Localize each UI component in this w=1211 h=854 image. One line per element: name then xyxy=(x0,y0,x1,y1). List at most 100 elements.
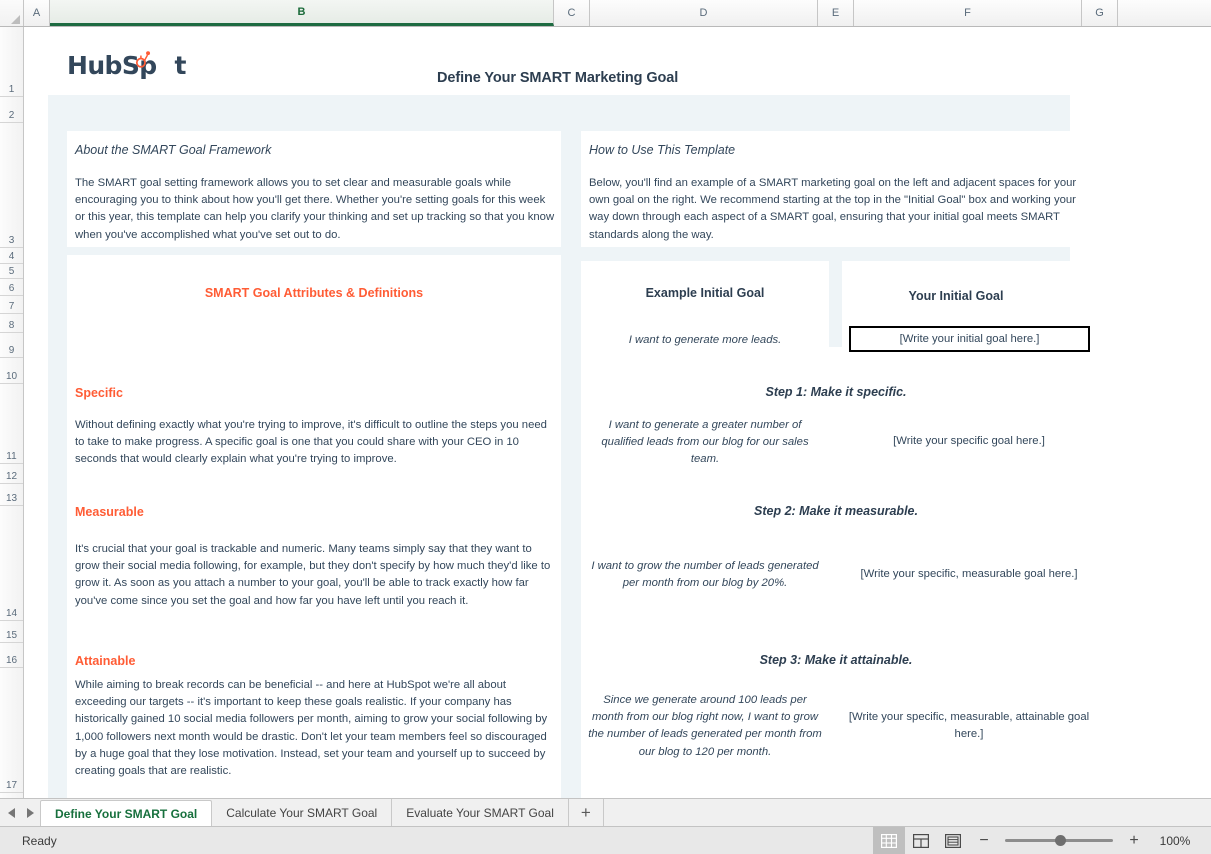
sheet-tab-label: Evaluate Your SMART Goal xyxy=(406,806,554,820)
zoom-level-label[interactable]: 100% xyxy=(1149,834,1211,848)
column-header-e-label: E xyxy=(832,7,839,19)
row-header-12[interactable]: 12 xyxy=(0,464,23,484)
step-3-placeholder[interactable]: [Write your specific, measurable, attain… xyxy=(848,709,1090,743)
page-layout-view-icon xyxy=(913,834,929,848)
sheet-tab-bar: Define Your SMART Goal Calculate Your SM… xyxy=(0,798,1211,826)
how-to-body: Below, you'll find an example of a SMART… xyxy=(589,175,1079,244)
row-header-1[interactable]: 1 xyxy=(0,27,23,97)
step-2-example: I want to grow the number of leads gener… xyxy=(587,558,823,592)
hubspot-logo: HubSpt xyxy=(67,51,186,80)
row-header-10-label: 10 xyxy=(6,371,17,382)
normal-view-icon xyxy=(881,834,897,848)
attribute-attainable-definition: While aiming to break records can be ben… xyxy=(75,677,559,780)
attribute-relevant-title: Relevant xyxy=(75,797,127,798)
sheet-tab-define-your-smart-goal[interactable]: Define Your SMART Goal xyxy=(40,800,212,827)
your-column-title: Your Initial Goal xyxy=(842,289,1070,303)
attributes-title: SMART Goal Attributes & Definitions xyxy=(67,286,561,300)
column-header-c[interactable]: C xyxy=(554,0,590,26)
attribute-measurable-definition: It's crucial that your goal is trackable… xyxy=(75,541,559,610)
previous-sheet-arrow-icon[interactable] xyxy=(8,808,15,818)
column-header-d[interactable]: D xyxy=(590,0,818,26)
step-2-title: Step 2: Make it measurable. xyxy=(581,504,1091,518)
example-initial-goal: I want to generate more leads. xyxy=(581,332,829,349)
step-1-example: I want to generate a greater number of q… xyxy=(587,417,823,469)
row-header-12-label: 12 xyxy=(6,471,17,482)
row-header-3-label: 3 xyxy=(9,235,15,246)
hubspot-sprocket-icon xyxy=(133,50,152,69)
attribute-measurable-title: Measurable xyxy=(75,505,144,519)
row-header-6[interactable]: 6 xyxy=(0,279,23,296)
row-header-11[interactable]: 11 xyxy=(0,384,23,464)
grid-area: 1 2 3 4 5 6 7 8 9 10 11 12 13 14 15 16 1… xyxy=(0,27,1211,798)
column-header-overflow xyxy=(1118,0,1211,26)
column-header-bar: A B C D E F G xyxy=(0,0,1211,27)
row-header-17-label: 17 xyxy=(6,780,17,791)
select-all-corner[interactable] xyxy=(0,0,24,26)
row-header-4-label: 4 xyxy=(9,251,15,262)
row-header-8[interactable]: 8 xyxy=(0,314,23,333)
attribute-attainable-title: Attainable xyxy=(75,654,135,668)
row-header-8-label: 8 xyxy=(9,320,15,331)
column-header-f[interactable]: F xyxy=(854,0,1082,26)
row-header-3[interactable]: 3 xyxy=(0,123,23,248)
row-header-10[interactable]: 10 xyxy=(0,358,23,384)
normal-view-button[interactable] xyxy=(873,827,905,854)
row-header-2[interactable]: 2 xyxy=(0,97,23,123)
step-4-title: Step 4: Make it relevant. xyxy=(581,797,1091,798)
row-header-4[interactable]: 4 xyxy=(0,248,23,264)
sheet-tab-navigation xyxy=(6,800,40,826)
zoom-in-button[interactable]: + xyxy=(1119,832,1149,850)
sheet-tab-label: Calculate Your SMART Goal xyxy=(226,806,377,820)
column-header-a-label: A xyxy=(33,7,40,19)
row-header-6-label: 6 xyxy=(9,283,15,294)
row-header-15[interactable]: 15 xyxy=(0,621,23,643)
row-header-16[interactable]: 16 xyxy=(0,643,23,668)
row-header-11-label: 11 xyxy=(6,451,16,462)
document-title: Define Your SMART Marketing Goal xyxy=(437,70,678,86)
row-header-2-label: 2 xyxy=(9,110,15,121)
step-1-placeholder[interactable]: [Write your specific goal here.] xyxy=(848,433,1090,450)
row-header-9-label: 9 xyxy=(9,345,15,356)
row-header-18[interactable]: 18 xyxy=(0,793,23,798)
row-header-15-label: 15 xyxy=(6,630,17,641)
column-header-b-label: B xyxy=(298,6,306,18)
column-header-g-label: G xyxy=(1095,7,1104,19)
column-header-a[interactable]: A xyxy=(24,0,50,26)
column-header-b[interactable]: B xyxy=(50,0,554,26)
column-header-d-label: D xyxy=(700,7,708,19)
step-1-title: Step 1: Make it specific. xyxy=(581,385,1091,399)
attribute-specific-title: Specific xyxy=(75,386,123,400)
sheet-tab-evaluate-your-smart-goal[interactable]: Evaluate Your SMART Goal xyxy=(392,799,569,826)
column-header-g[interactable]: G xyxy=(1082,0,1118,26)
zoom-slider-handle[interactable] xyxy=(1055,835,1066,846)
hubspot-logo-text-tail: t xyxy=(157,51,186,80)
row-header-13-label: 13 xyxy=(6,493,17,504)
page-break-view-icon xyxy=(945,834,961,848)
zoom-out-button[interactable]: − xyxy=(969,832,999,850)
about-body: The SMART goal setting framework allows … xyxy=(75,175,555,244)
row-header-17[interactable]: 17 xyxy=(0,668,23,793)
row-header-13[interactable]: 13 xyxy=(0,484,23,506)
row-header-7-label: 7 xyxy=(9,301,15,312)
about-heading: About the SMART Goal Framework xyxy=(75,143,271,157)
column-header-e[interactable]: E xyxy=(818,0,854,26)
step-2-placeholder[interactable]: [Write your specific, measurable goal he… xyxy=(848,566,1090,583)
sheet-tab-calculate-your-smart-goal[interactable]: Calculate Your SMART Goal xyxy=(212,799,392,826)
status-bar-right-controls: − + 100% xyxy=(873,827,1211,854)
zoom-slider[interactable] xyxy=(1005,827,1113,854)
add-sheet-button[interactable]: + xyxy=(569,799,604,826)
sheet-tab-label: Define Your SMART Goal xyxy=(55,807,197,821)
page-layout-view-button[interactable] xyxy=(905,827,937,854)
row-header-14[interactable]: 14 xyxy=(0,506,23,621)
row-header-7[interactable]: 7 xyxy=(0,296,23,314)
status-text: Ready xyxy=(0,834,57,848)
row-header-5[interactable]: 5 xyxy=(0,264,23,279)
sheet-canvas[interactable]: HubSpt Define Your SMART Marketing Goal … xyxy=(24,27,1211,798)
page-break-view-button[interactable] xyxy=(937,827,969,854)
step-3-example: Since we generate around 100 leads per m… xyxy=(587,692,823,761)
row-header-9[interactable]: 9 xyxy=(0,333,23,358)
your-initial-goal-input[interactable]: [Write your initial goal here.] xyxy=(849,326,1090,352)
next-sheet-arrow-icon[interactable] xyxy=(27,808,34,818)
attribute-specific-definition: Without defining exactly what you're try… xyxy=(75,417,559,469)
status-bar: Ready xyxy=(0,826,1211,854)
